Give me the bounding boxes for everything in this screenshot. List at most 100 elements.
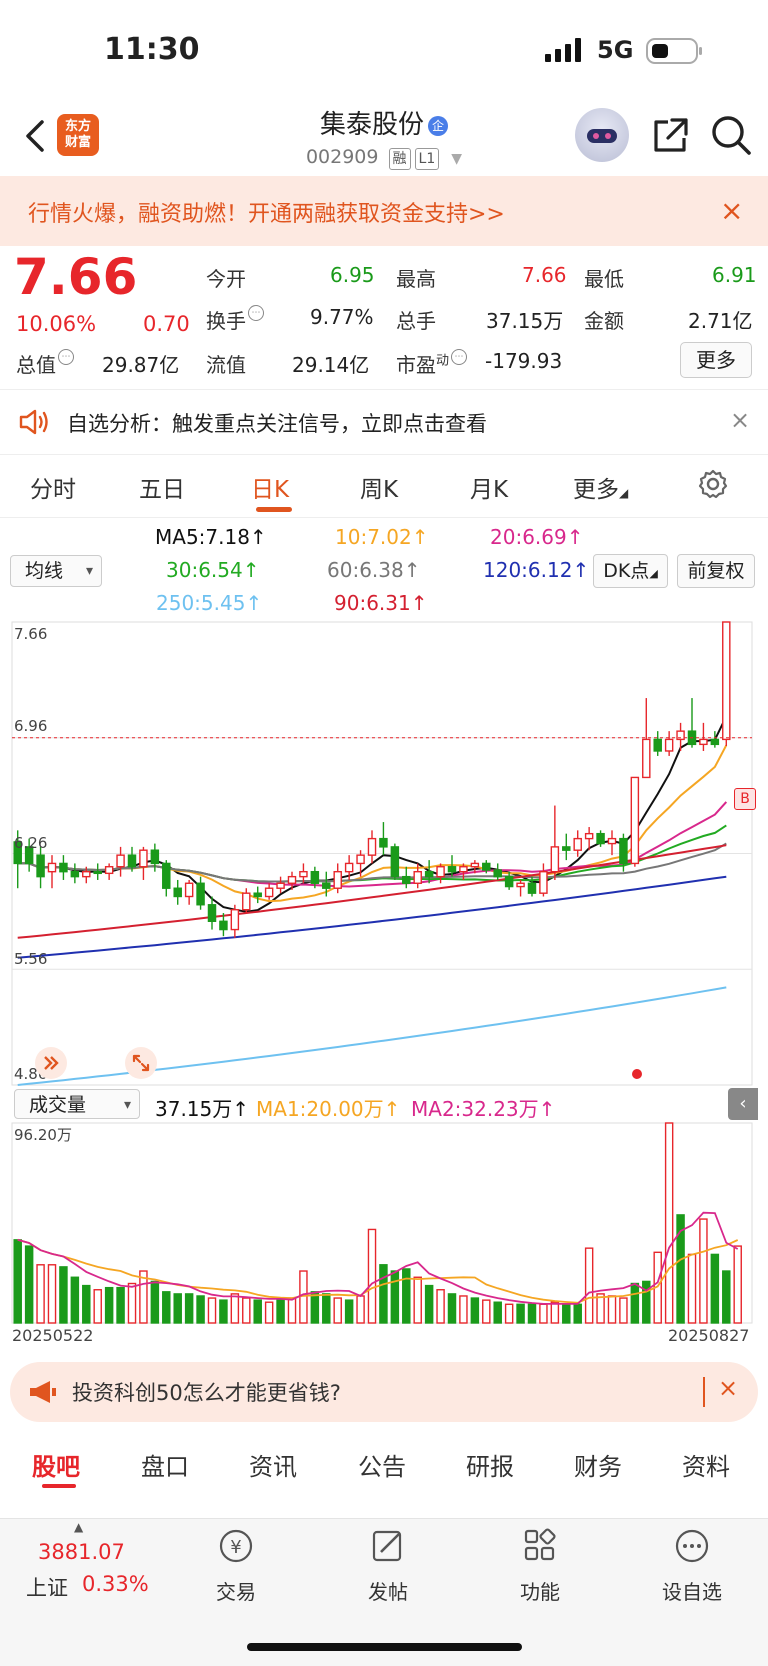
svg-text:¥: ¥ — [230, 1537, 241, 1558]
candle-body — [550, 846, 560, 873]
level-tag: L1 — [414, 148, 440, 170]
assistant-robot-icon[interactable] — [575, 108, 629, 162]
volume-bar — [322, 1293, 331, 1324]
index-name[interactable]: 上证 — [26, 1572, 68, 1602]
low-value: 6.91 — [712, 263, 757, 287]
candle-body — [402, 875, 411, 884]
nav-watchlist[interactable]: 设自选 — [647, 1576, 737, 1605]
volume-bar — [287, 1297, 297, 1324]
candle-body — [607, 837, 617, 845]
close-icon[interactable]: × — [730, 406, 750, 434]
volume-bar — [447, 1293, 457, 1324]
tab-announcements[interactable]: 公告 — [358, 1447, 406, 1482]
ma-select[interactable]: 均线 — [10, 555, 102, 587]
edit-post-icon[interactable] — [343, 1526, 433, 1566]
tab-research[interactable]: 研报 — [466, 1447, 514, 1482]
kline-chart[interactable] — [0, 620, 768, 1350]
price-axis-label: 6.96 — [14, 717, 48, 735]
buy-signal-badge[interactable]: B — [734, 788, 756, 810]
tab-monthly-k[interactable]: 月K — [470, 470, 508, 504]
candle-body — [70, 870, 80, 878]
candle-body — [173, 887, 182, 898]
divider — [0, 517, 768, 518]
enterprise-badge-icon: 企 — [428, 115, 448, 136]
tab-weekly-k[interactable]: 周K — [360, 470, 398, 504]
page-indicator-dot — [632, 1069, 642, 1079]
vol-ma2-legend: MA2:32.23万↑ — [411, 1097, 556, 1121]
candle-body — [722, 621, 731, 741]
info-icon[interactable]: ⋯ — [451, 349, 468, 365]
candle-body — [230, 909, 240, 931]
tab-profile[interactable]: 资料 — [682, 1447, 730, 1482]
candle-body — [413, 870, 422, 884]
change-value: 0.70 — [143, 312, 190, 336]
candle-body — [470, 862, 480, 868]
close-icon[interactable]: × — [718, 1374, 738, 1402]
candle-body — [82, 870, 91, 878]
volume-bar — [47, 1264, 57, 1324]
fast-forward-icon[interactable] — [34, 1046, 68, 1080]
tab-finance[interactable]: 财务 — [574, 1447, 622, 1482]
volume-select[interactable]: 成交量 — [14, 1089, 140, 1120]
tab-intraday[interactable]: 分时 — [30, 470, 76, 504]
candle-body — [367, 837, 377, 856]
mktcap-label[interactable]: 总值 ⋯ — [16, 349, 74, 378]
gear-icon[interactable] — [698, 469, 728, 499]
ma5-line — [17, 715, 728, 913]
candle-body — [139, 849, 148, 868]
add-watchlist-icon[interactable] — [647, 1526, 737, 1566]
ma60-legend: 60:6.38↑ — [327, 558, 421, 582]
tab-more[interactable]: 更多◢ — [573, 470, 628, 504]
tab-guba[interactable]: 股吧 — [32, 1447, 80, 1482]
candle-body — [287, 875, 297, 884]
stock-code: 002909 — [305, 146, 379, 168]
volume-bar — [310, 1291, 320, 1324]
volume-bar — [539, 1303, 548, 1324]
tab-pankou[interactable]: 盘口 — [141, 1447, 189, 1482]
candle-body — [150, 849, 160, 865]
tab-five-day[interactable]: 五日 — [139, 470, 185, 504]
nav-trade[interactable]: 交易 — [191, 1576, 281, 1605]
candle-body — [310, 870, 320, 884]
candle-body — [184, 882, 194, 898]
dk-point-button[interactable]: DK点◢ — [593, 554, 668, 588]
float-label: 流值 — [206, 353, 246, 377]
tab-more-label: 更多 — [573, 477, 619, 503]
candle-body — [482, 862, 491, 871]
tab-news[interactable]: 资讯 — [249, 1447, 297, 1482]
high-label: 最高 — [396, 267, 436, 291]
adjust-price-button[interactable]: 前复权 — [677, 554, 755, 588]
turnover-label[interactable]: 换手 ⋯ — [206, 305, 264, 334]
candle-body — [516, 882, 525, 888]
volume-bar — [173, 1293, 182, 1324]
share-icon[interactable] — [650, 116, 690, 156]
collapse-panel-icon[interactable]: ‹ — [728, 1088, 758, 1120]
price-axis-label: 5.56 — [14, 950, 48, 968]
promo-text[interactable]: 行情火爆，融资助燃！开通两融获取资金支持>> — [28, 196, 505, 228]
volume-bar — [207, 1297, 217, 1324]
nav-functions[interactable]: 功能 — [495, 1576, 585, 1605]
candle-body — [333, 870, 342, 889]
candle-body — [93, 870, 102, 875]
alert-text[interactable]: 自选分析：触发重点关注信号，立即点击查看 — [67, 408, 487, 438]
candle-body — [356, 854, 365, 865]
trade-yuan-icon[interactable]: ¥ — [191, 1526, 281, 1566]
fund-promo-text[interactable]: 投资科创50怎么才能更省钱? — [72, 1377, 341, 1407]
expand-icon[interactable] — [124, 1046, 158, 1080]
grid-functions-icon[interactable] — [495, 1526, 585, 1566]
candle-body — [219, 920, 228, 931]
more-button[interactable]: 更多 — [680, 342, 752, 378]
index-change[interactable]: 0.33% — [82, 1572, 149, 1596]
nav-post[interactable]: 发帖 — [343, 1576, 433, 1605]
tab-daily-k[interactable]: 日K — [251, 470, 289, 504]
candle-body — [619, 837, 628, 865]
divider — [703, 1377, 705, 1407]
index-value[interactable]: 3881.07 — [38, 1540, 125, 1564]
search-icon[interactable] — [710, 114, 752, 156]
close-icon[interactable]: × — [720, 194, 743, 227]
info-icon[interactable]: ⋯ — [248, 305, 264, 321]
volume-bar — [584, 1247, 594, 1324]
pe-label[interactable]: 市盈动 ⋯ — [396, 349, 468, 378]
info-icon[interactable]: ⋯ — [58, 349, 74, 365]
volume-bar — [264, 1301, 274, 1324]
